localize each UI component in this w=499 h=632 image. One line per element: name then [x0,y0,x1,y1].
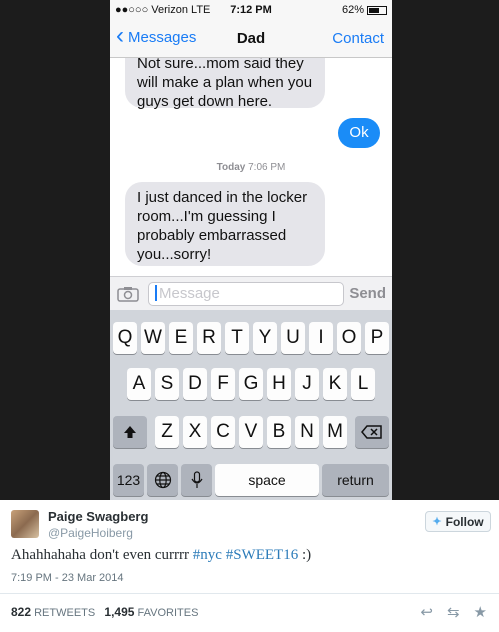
hashtag-link[interactable]: #SWEET16 [226,547,299,563]
tweet-card: Paige Swagberg @PaigeHoiberg ✦ Follow Ah… [0,500,499,632]
phone-screen: ●●○○○ Verizon LTE 7:12 PM 62% ‹ Messages… [110,0,392,500]
key-f[interactable]: F [211,368,235,400]
key-p[interactable]: P [365,322,389,354]
message-thread[interactable]: Not sure...mom said they will make a pla… [110,58,392,276]
incoming-message-bubble[interactable]: I just danced in the locker room...I'm g… [125,182,325,266]
microphone-icon [190,471,203,488]
follow-label: Follow [445,514,484,529]
globe-key[interactable] [147,464,178,496]
key-l[interactable]: L [351,368,375,400]
reply-icon[interactable]: ↩ [420,603,433,621]
key-o[interactable]: O [337,322,361,354]
contact-button[interactable]: Contact [332,30,384,47]
key-w[interactable]: W [141,322,165,354]
avatar[interactable] [11,510,39,538]
key-m[interactable]: M [323,416,347,448]
key-v[interactable]: V [239,416,263,448]
hashtag-link[interactable]: #nyc [193,547,222,563]
favorite-count[interactable]: 1,495 [104,605,134,619]
key-n[interactable]: N [295,416,319,448]
key-t[interactable]: T [225,322,249,354]
key-h[interactable]: H [267,368,291,400]
globe-icon [154,471,171,489]
tweet-actions: ↩ ⇆ ★ [420,603,487,621]
key-q[interactable]: Q [113,322,137,354]
delete-key[interactable] [355,416,389,448]
numbers-key[interactable]: 123 [113,464,144,496]
delete-icon [361,425,382,439]
user-name[interactable]: Paige Swagberg [48,509,148,524]
key-i[interactable]: I [309,322,333,354]
retweet-count[interactable]: 822 [11,605,31,619]
key-s[interactable]: S [155,368,179,400]
retweet-icon[interactable]: ⇆ [447,603,460,621]
return-key[interactable]: return [322,464,389,496]
key-d[interactable]: D [183,368,207,400]
outgoing-message-bubble[interactable]: Ok [338,118,380,148]
follow-button[interactable]: ✦ Follow [425,511,491,532]
keyboard: QWERTYUIOP ASDFGHJKL ZXCVBNM 123 space r… [110,310,392,500]
incoming-message-bubble[interactable]: Not sure...mom said they will make a pla… [125,58,325,110]
key-r[interactable]: R [197,322,221,354]
key-b[interactable]: B [267,416,291,448]
key-a[interactable]: A [127,368,151,400]
key-y[interactable]: Y [253,322,277,354]
key-k[interactable]: K [323,368,347,400]
favorite-icon[interactable]: ★ [474,603,487,621]
shift-key[interactable] [113,416,147,448]
message-timestamp: Today 7:06 PM [216,162,286,173]
camera-icon[interactable] [117,286,139,302]
key-x[interactable]: X [183,416,207,448]
send-button[interactable]: Send [349,285,386,302]
tweet-stats: 822 RETWEETS 1,495 FAVORITES [11,605,199,619]
status-bar: ●●○○○ Verizon LTE 7:12 PM 62% [110,0,392,20]
photo-frame: ●●○○○ Verizon LTE 7:12 PM 62% ‹ Messages… [0,0,499,500]
battery-icon [367,5,387,15]
key-c[interactable]: C [211,416,235,448]
compose-bar: Message Send [110,276,392,310]
space-key[interactable]: space [215,464,319,496]
key-e[interactable]: E [169,322,193,354]
shift-icon [124,426,136,438]
tweet-text: Ahahhahaha don't even currrr #nyc #SWEET… [11,547,312,563]
message-input[interactable]: Message [148,282,344,306]
nav-bar: ‹ Messages Dad Contact [110,20,392,58]
battery-indicator: 62% [342,4,387,16]
dictation-key[interactable] [181,464,212,496]
battery-percent: 62% [341,4,364,16]
key-z[interactable]: Z [155,416,179,448]
user-handle[interactable]: @PaigeHoiberg [48,526,133,540]
tweet-timestamp[interactable]: 7:19 PM - 23 Mar 2014 [11,572,124,584]
divider [0,593,499,594]
key-j[interactable]: J [295,368,319,400]
key-u[interactable]: U [281,322,305,354]
twitter-bird-icon: ✦ [432,516,442,528]
key-g[interactable]: G [239,368,263,400]
